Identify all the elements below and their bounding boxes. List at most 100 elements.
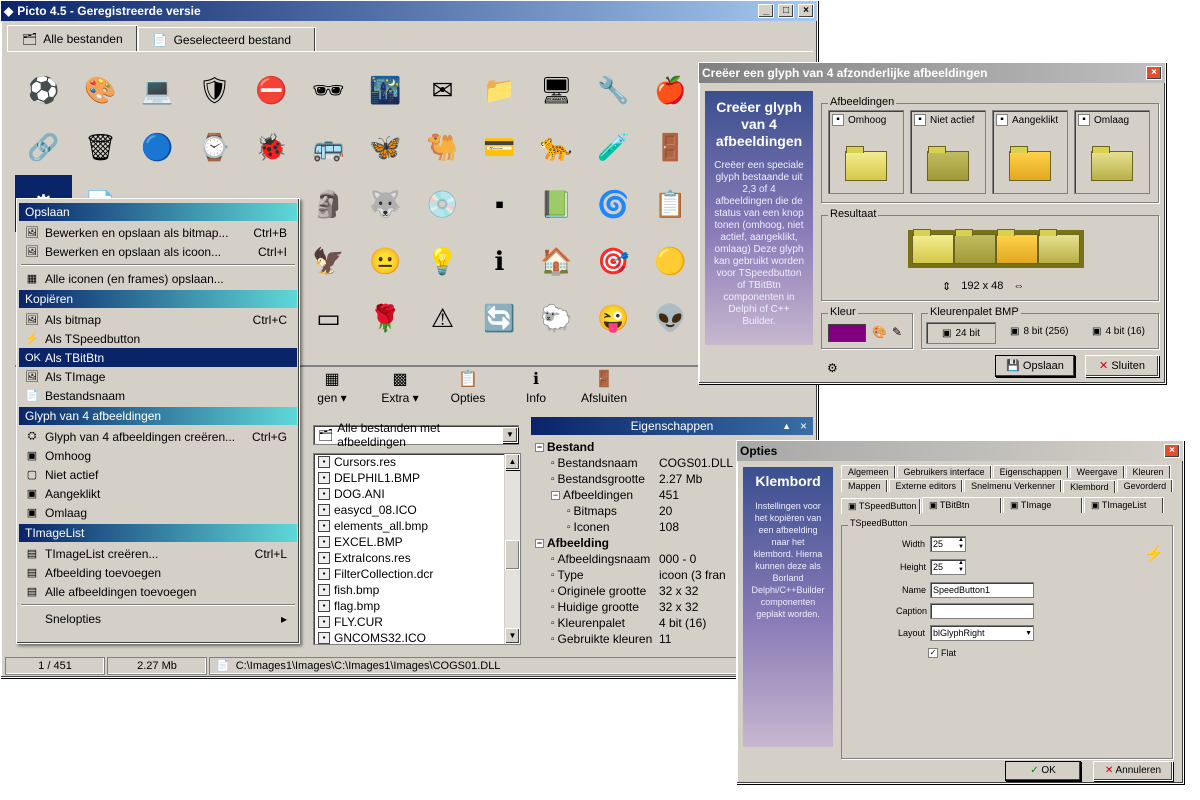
palette-4bit[interactable]: ▣ 4 bit (16) (1092, 326, 1145, 337)
options-tab[interactable]: Weergave (1069, 465, 1125, 478)
menu-item[interactable]: 🖼 Als bitmap Ctrl+C (19, 310, 297, 329)
options-tab[interactable]: Gebruikers interface (896, 465, 992, 478)
grid-icon-cell[interactable]: ▭ (300, 289, 357, 346)
palette-24bit[interactable]: ▣ 24 bit (926, 322, 996, 344)
scroll-down-icon[interactable]: ▼ (505, 628, 520, 644)
state-checkbox[interactable]: ▪ (1078, 114, 1090, 126)
scroll-thumb[interactable] (505, 540, 520, 570)
list-item[interactable]: ▪ fish.bmp (314, 582, 520, 598)
toolbar-options-button[interactable]: 📋 Opties (437, 369, 499, 413)
grid-icon-cell[interactable]: 🐫 (414, 118, 471, 175)
menu-item[interactable]: 🖼 Als TImage (19, 367, 297, 386)
options-tab[interactable]: Klembord (1063, 480, 1116, 493)
state-checkbox[interactable]: ▪ (996, 114, 1008, 126)
options-titlebar[interactable]: Opties × (737, 441, 1183, 461)
grid-icon-cell[interactable]: 🦅 (300, 232, 357, 289)
options-tab[interactable]: Eigenschappen (992, 465, 1069, 478)
eyedropper-icon[interactable]: ✎ (892, 325, 902, 339)
grid-icon-cell[interactable]: ✉ (414, 61, 471, 118)
options-tab[interactable]: Gevorderd (1116, 479, 1174, 492)
maximize-icon[interactable]: □ (778, 4, 794, 18)
grid-icon-cell[interactable]: ⌚ (186, 118, 243, 175)
list-item[interactable]: ▪ EXCEL.BMP (314, 534, 520, 550)
color-swatch[interactable] (828, 324, 866, 342)
grid-icon-cell[interactable]: 🗿 (300, 175, 357, 232)
glyph-state-box[interactable]: ▪ Omhoog (828, 110, 904, 194)
grid-icon-cell[interactable]: 😜 (585, 289, 642, 346)
glyph-titlebar[interactable]: Creëer een glyph van 4 afzonderlijke afb… (699, 63, 1165, 83)
grid-icon-cell[interactable]: 🌀 (585, 175, 642, 232)
menu-item[interactable]: 📄 Bestandsnaam (19, 386, 297, 405)
options-tab[interactable]: Algemeen (841, 465, 896, 478)
grid-icon-cell[interactable]: 📁 (471, 61, 528, 118)
menu-item[interactable]: ▦ Alle iconen (en frames) opslaan... (19, 269, 297, 288)
toolbar-info-button[interactable]: ℹ Info (505, 369, 567, 413)
grid-icon-cell[interactable]: 🔗 (15, 118, 72, 175)
glyph-close-icon[interactable]: × (1146, 66, 1162, 80)
menu-item[interactable]: ▤ Afbeelding toevoegen (19, 563, 297, 582)
menu-item[interactable]: ▣ Omlaag (19, 503, 297, 522)
grid-icon-cell[interactable]: 🔧 (585, 61, 642, 118)
grid-icon-cell[interactable]: 🎨 (72, 61, 129, 118)
flat-checkbox[interactable]: ✓ Flat (928, 648, 956, 658)
glyph-state-box[interactable]: ▪ Aangeklikt (992, 110, 1068, 194)
grid-icon-cell[interactable]: ⚠ (414, 289, 471, 346)
expand-icon[interactable]: − (535, 538, 544, 548)
close-icon[interactable]: × (798, 4, 814, 18)
options-tab[interactable]: Externe editors (888, 479, 964, 492)
menu-item[interactable]: 🖼 Bewerken en opslaan als bitmap... Ctrl+B (19, 223, 297, 242)
expand-icon[interactable]: − (551, 490, 560, 500)
grid-icon-cell[interactable]: 🚪 (642, 118, 699, 175)
toolbar-edit-button[interactable]: ▦ gen ▾ (301, 369, 363, 413)
grid-icon-cell[interactable]: 🐑 (528, 289, 585, 346)
grid-icon-cell[interactable]: 💿 (414, 175, 471, 232)
grid-icon-cell[interactable]: 💳 (471, 118, 528, 175)
file-list-scrollbar[interactable]: ▲ ▼ (504, 454, 520, 644)
palette-icon[interactable]: 🎨 (872, 325, 887, 339)
palette-8bit[interactable]: ▣ 8 bit (256) (1010, 326, 1068, 337)
width-spin[interactable]: 25 ▲ ▼ (930, 536, 966, 552)
grid-icon-cell[interactable]: ℹ (471, 232, 528, 289)
grid-icon-cell[interactable]: 🎯 (585, 232, 642, 289)
caption-field[interactable] (930, 603, 1034, 619)
list-item[interactable]: ▪ GNCOMS32.ICO (314, 630, 520, 644)
filter-select[interactable]: 🗂 Alle bestanden met afbeeldingen ▼ (313, 421, 519, 449)
ok-button[interactable]: ✓ OK (1005, 761, 1081, 781)
menu-item[interactable]: ▤ TImageList creëren... Ctrl+L (19, 544, 297, 563)
options-tab[interactable]: Kleuren (1125, 465, 1171, 478)
grid-icon-cell[interactable]: ⚽ (15, 61, 72, 118)
grid-icon-cell[interactable]: 📋 (642, 175, 699, 232)
chevron-down-icon[interactable]: ▼ (502, 427, 518, 443)
grid-icon-cell[interactable]: 🦋 (357, 118, 414, 175)
list-item[interactable]: ▪ DELPHIL1.BMP (314, 470, 520, 486)
main-titlebar[interactable]: ◆ Picto 4.5 - Geregistreerde versie _ □ … (1, 1, 817, 21)
spin-arrows-icon[interactable]: ▲ ▼ (958, 537, 964, 551)
help-icon[interactable]: ⚙ (827, 361, 838, 375)
toolbar-exit-button[interactable]: 🚪 Afsluiten (573, 369, 635, 413)
menu-item[interactable]: ▣ Aangeklikt (19, 484, 297, 503)
grid-icon-cell[interactable]: 🔵 (129, 118, 186, 175)
grid-icon-cell[interactable]: 📗 (528, 175, 585, 232)
grid-icon-cell[interactable]: 🛡 (186, 61, 243, 118)
options-tab[interactable]: Mappen (841, 479, 888, 492)
grid-icon-cell[interactable]: 🌹 (357, 289, 414, 346)
height-spin[interactable]: 25 ▲ ▼ (930, 559, 966, 575)
name-field[interactable]: SpeedButton1 (930, 582, 1034, 598)
cancel-button[interactable]: ✕ Annuleren (1093, 761, 1173, 781)
glyph-state-box[interactable]: ▪ Omlaag (1074, 110, 1150, 194)
glyph-state-box[interactable]: ▪ Niet actief (910, 110, 986, 194)
grid-icon-cell[interactable]: 🏠 (528, 232, 585, 289)
grid-icon-cell[interactable]: 🐆 (528, 118, 585, 175)
options-close-icon[interactable]: × (1164, 444, 1180, 458)
grid-icon-cell[interactable]: ▪ (471, 175, 528, 232)
state-checkbox[interactable]: ▪ (914, 114, 926, 126)
options-subtab[interactable]: ▣ TImageList (1084, 497, 1164, 513)
grid-icon-cell[interactable]: 😐 (357, 232, 414, 289)
list-item[interactable]: ▪ ExtraIcons.res (314, 550, 520, 566)
state-checkbox[interactable]: ▪ (832, 114, 844, 126)
layout-select[interactable]: blGlyphRight ▼ (930, 625, 1034, 641)
menu-item[interactable]: ⚡ Als TSpeedbutton (19, 329, 297, 348)
grid-icon-cell[interactable]: 🟡 (642, 232, 699, 289)
tab-selected-file[interactable]: 📄 Geselecteerd bestand (137, 27, 316, 51)
list-item[interactable]: ▪ DOG.ANI (314, 486, 520, 502)
